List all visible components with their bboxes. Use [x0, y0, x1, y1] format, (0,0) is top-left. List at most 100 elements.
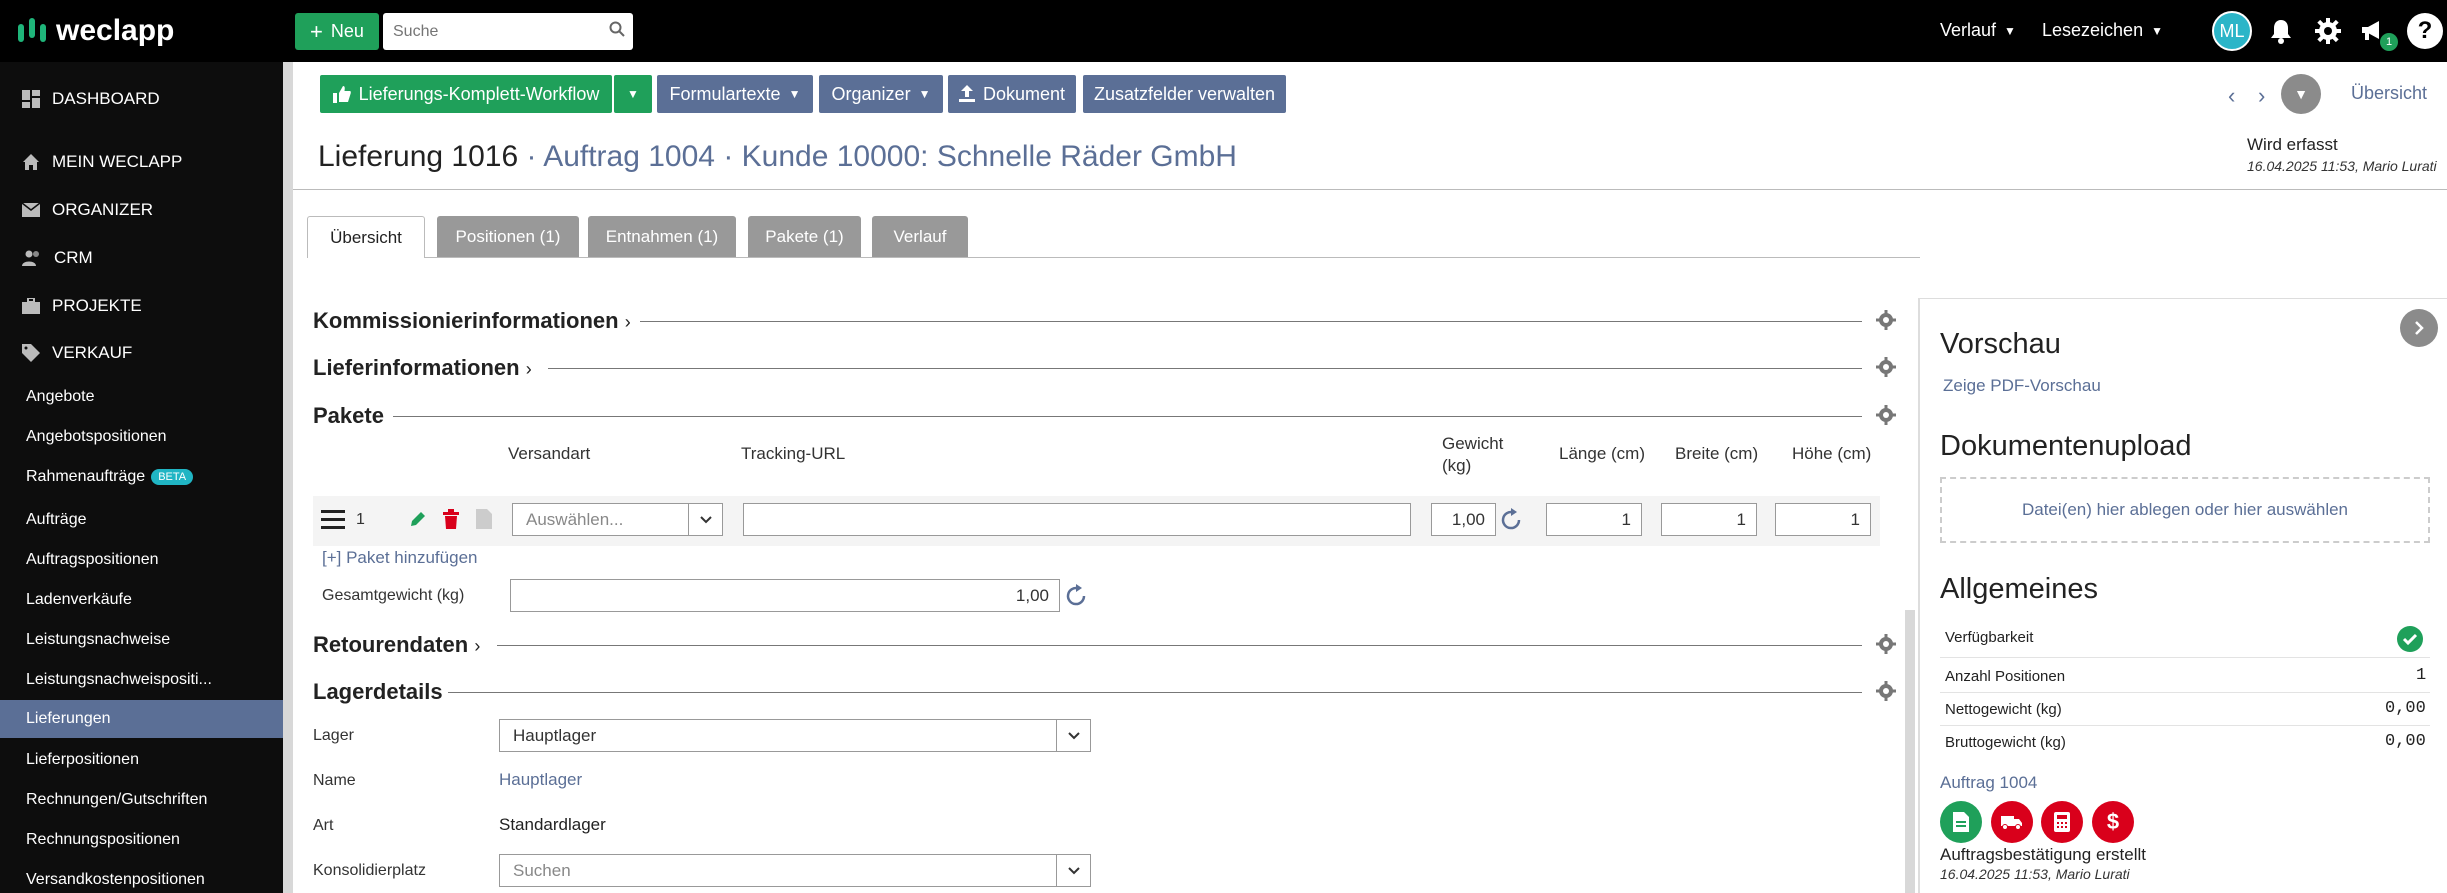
right-panel-top-border — [1920, 298, 2447, 299]
search-input[interactable] — [383, 13, 600, 50]
sidebar-item-verkauf[interactable]: VERKAUF — [0, 333, 283, 373]
help-button[interactable]: ? — [2407, 13, 2443, 49]
sidebar-item-leistungsnachweise[interactable]: Leistungsnachweise — [0, 621, 283, 659]
sidebar-item-rechnungspositionen[interactable]: Rechnungspositionen — [0, 821, 283, 859]
search-icon[interactable] — [600, 21, 633, 42]
section-divider — [640, 321, 1862, 322]
next-arrow-icon[interactable]: › — [2258, 83, 2265, 109]
bell-icon[interactable] — [2265, 15, 2297, 47]
refresh-icon[interactable] — [1064, 584, 1088, 608]
organizer-button[interactable]: Organizer ▼ — [819, 75, 943, 113]
kv-divider — [1940, 725, 2430, 726]
tracking-url-input[interactable] — [743, 503, 1411, 536]
overview-link[interactable]: Übersicht — [2351, 83, 2427, 104]
sidebar-item-lieferpositionen[interactable]: Lieferpositionen — [0, 741, 283, 779]
section-pakete: Pakete — [313, 403, 384, 428]
refresh-icon[interactable] — [1499, 508, 1523, 532]
calculator-action-button[interactable] — [2041, 801, 2083, 843]
auftrag-link[interactable]: Auftrag 1004 — [1940, 773, 2037, 793]
section-retouren[interactable]: Retourendaten › — [313, 632, 480, 658]
sidebar-item-rechnungen[interactable]: Rechnungen/Gutschriften — [0, 781, 283, 819]
gesamtgewicht-input[interactable]: 1,00 — [510, 579, 1060, 612]
previous-arrow-icon[interactable]: ‹ — [2228, 83, 2235, 109]
gear-icon[interactable] — [1876, 405, 1896, 425]
sidebar-item-auftraege[interactable]: Aufträge — [0, 501, 283, 539]
section-lieferinfo[interactable]: Lieferinformationen › — [313, 355, 532, 381]
pdf-preview-link[interactable]: Zeige PDF-Vorschau — [1943, 376, 2101, 396]
gewicht-input[interactable]: 1,00 — [1431, 503, 1496, 536]
edit-pencil-icon[interactable] — [409, 510, 427, 528]
sidebar-item-angebote[interactable]: Angebote — [0, 378, 283, 416]
trash-icon[interactable] — [442, 509, 460, 529]
sidebar-item-rahmenauftraege[interactable]: Rahmenaufträge BETA — [0, 458, 283, 496]
lager-name-link[interactable]: Hauptlager — [499, 770, 582, 790]
workflow-button[interactable]: Lieferungs-Komplett-Workflow — [320, 75, 612, 113]
tab-verlauf[interactable]: Verlauf — [872, 216, 968, 258]
upload-title: Dokumentenupload — [1940, 430, 2192, 462]
col-laenge: Länge (cm) — [1559, 444, 1645, 463]
file-dropzone[interactable]: Datei(en) hier ablegen oder hier auswähl… — [1940, 477, 2430, 543]
calculator-icon — [2054, 812, 2070, 832]
workflow-dropdown-button[interactable]: ▼ — [614, 75, 652, 113]
sidebar-item-versandkostenpositionen[interactable]: Versandkostenpositionen — [0, 861, 283, 893]
drag-handle-icon[interactable] — [321, 510, 345, 530]
gear-icon[interactable] — [1876, 357, 1896, 377]
zusatzfelder-button[interactable]: Zusatzfelder verwalten — [1083, 75, 1286, 113]
verlauf-menu[interactable]: Verlauf ▼ — [1940, 20, 2016, 41]
sidebar-item-crm[interactable]: CRM — [0, 238, 283, 278]
auftrag-link[interactable]: Auftrag 1004 — [543, 140, 715, 173]
chevron-down-icon — [1056, 720, 1090, 751]
add-paket-link[interactable]: [+] Paket hinzufügen — [322, 548, 477, 568]
lesezeichen-menu[interactable]: Lesezeichen ▼ — [2042, 20, 2163, 41]
new-button[interactable]: + Neu — [295, 13, 379, 50]
tab-pakete[interactable]: Pakete (1) — [748, 216, 861, 258]
payment-action-button[interactable]: $ — [2092, 801, 2134, 843]
konsolidierplatz-label: Konsolidierplatz — [313, 862, 426, 879]
sidebar-item-leistungsnachweispositionen[interactable]: Leistungsnachweispositi... — [0, 661, 283, 699]
sidebar-label: Rahmenaufträge — [26, 468, 146, 485]
document-action-button[interactable] — [1940, 801, 1982, 843]
gear-icon[interactable] — [1876, 310, 1896, 330]
konsolidierplatz-select[interactable]: Suchen — [499, 854, 1091, 887]
sidebar-item-organizer[interactable]: ORGANIZER — [0, 190, 283, 230]
plus-icon: + — [310, 18, 323, 44]
gear-icon[interactable] — [1876, 681, 1896, 701]
collapse-panel-button[interactable] — [2400, 309, 2438, 347]
tab-positionen[interactable]: Positionen (1) — [437, 216, 579, 258]
chevron-down-icon: ▼ — [788, 87, 801, 101]
lager-select[interactable]: Hauptlager — [499, 719, 1091, 752]
versandart-select[interactable]: Auswählen... — [512, 503, 723, 536]
tab-uebersicht[interactable]: Übersicht — [307, 216, 425, 258]
document-icon[interactable] — [476, 509, 492, 529]
delivery-action-button[interactable] — [1991, 801, 2033, 843]
section-kommission[interactable]: Kommissionierinformationen › — [313, 308, 631, 334]
sidebar-scrollbar[interactable] — [283, 62, 293, 893]
sidebar-item-ladenverkaeufe[interactable]: Ladenverkäufe — [0, 581, 283, 619]
weclapp-logo[interactable]: weclapp — [18, 14, 174, 48]
kunde-link[interactable]: Kunde 10000: Schnelle Räder GmbH — [742, 140, 1237, 173]
section-divider — [448, 692, 1862, 693]
sidebar-item-auftragspositionen[interactable]: Auftragspositionen — [0, 541, 283, 579]
sidebar-item-lieferungen[interactable]: Lieferungen — [0, 700, 283, 738]
formulartexte-label: Formulartexte — [669, 83, 781, 104]
event-meta: 16.04.2025 11:53, Mario Lurati — [1940, 866, 2130, 882]
breite-input[interactable]: 1 — [1661, 503, 1757, 536]
sidebar-item-mein-weclapp[interactable]: MEIN WECLAPP — [0, 142, 283, 182]
options-dropdown-button[interactable]: ▼ — [2281, 74, 2321, 114]
gear-icon[interactable] — [1876, 634, 1896, 654]
hoehe-input[interactable]: 1 — [1775, 503, 1871, 536]
laenge-input[interactable]: 1 — [1546, 503, 1642, 536]
main-scrollbar[interactable] — [1905, 610, 1915, 893]
sidebar-item-projekte[interactable]: PROJEKTE — [0, 286, 283, 326]
check-circle-icon — [2397, 626, 2423, 652]
art-label: Art — [313, 817, 334, 834]
tab-entnahmen[interactable]: Entnahmen (1) — [588, 216, 736, 258]
formulartexte-button[interactable]: Formulartexte ▼ — [657, 75, 813, 113]
chevron-right-icon: › — [624, 312, 631, 332]
gear-icon[interactable] — [2312, 15, 2344, 47]
user-avatar[interactable]: ML — [2212, 11, 2252, 51]
dokument-button[interactable]: Dokument — [948, 75, 1076, 113]
sidebar-item-dashboard[interactable]: DASHBOARD — [0, 79, 283, 119]
dokument-label: Dokument — [982, 83, 1066, 104]
sidebar-item-angebotspositionen[interactable]: Angebotspositionen — [0, 418, 283, 456]
